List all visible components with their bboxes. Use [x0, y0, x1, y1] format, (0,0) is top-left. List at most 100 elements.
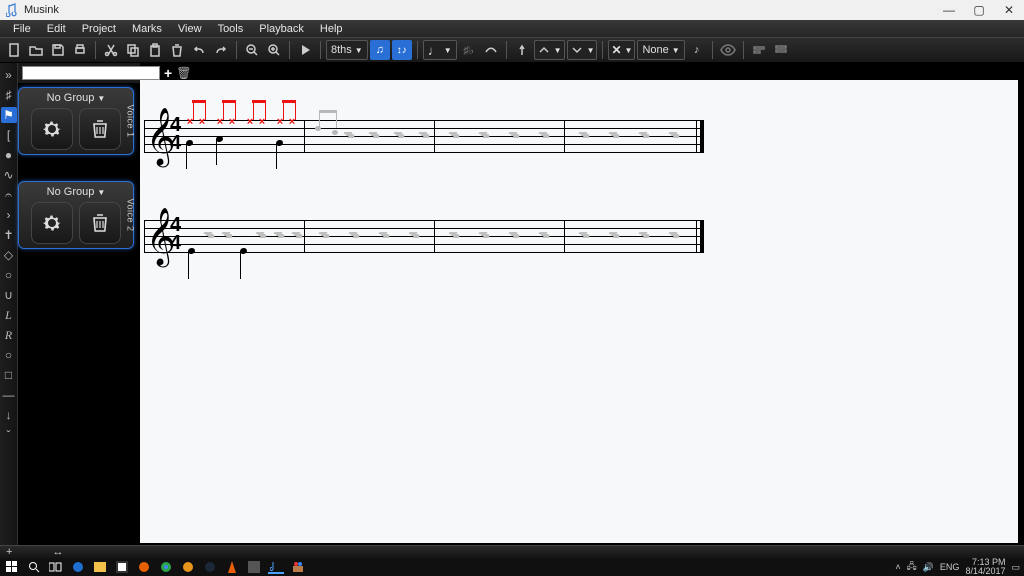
- taskbar-vlc-icon[interactable]: [224, 560, 240, 574]
- stem-down-dropdown[interactable]: ▼: [567, 40, 598, 60]
- score-canvas[interactable]: 𝄞 44 × × × × × × × ×: [140, 80, 1018, 543]
- strip-circle2-icon[interactable]: ○: [1, 347, 17, 363]
- strip-double-chevron[interactable]: »: [1, 67, 17, 83]
- visibility-button[interactable]: [718, 40, 738, 60]
- taskbar-taskview-icon[interactable]: [48, 560, 64, 574]
- voice2-group-dropdown[interactable]: No Group ▼: [23, 186, 129, 198]
- voice-name-input[interactable]: [22, 66, 160, 80]
- width-handle-icon[interactable]: ↔: [52, 546, 63, 558]
- grace-note-button[interactable]: ♪: [687, 40, 707, 60]
- voice2-settings-button[interactable]: [31, 202, 73, 244]
- tray-lang[interactable]: ENG: [940, 562, 960, 572]
- strip-tilde-icon[interactable]: ∿: [1, 167, 17, 183]
- tray-chevron-icon[interactable]: ˄: [895, 562, 900, 572]
- strip-dash-icon[interactable]: ―: [1, 387, 17, 403]
- misc-tool-1[interactable]: [749, 40, 769, 60]
- menu-tools[interactable]: Tools: [211, 22, 251, 36]
- add-voice-row: + 🗑: [18, 63, 140, 83]
- minimize-button[interactable]: —: [934, 3, 964, 17]
- save-button[interactable]: [48, 40, 68, 60]
- voice2-delete-button[interactable]: [79, 202, 121, 244]
- redo-button[interactable]: [211, 40, 231, 60]
- menu-help[interactable]: Help: [313, 22, 350, 36]
- strip-accent-icon[interactable]: ›: [1, 207, 17, 223]
- taskbar-search-icon[interactable]: [26, 560, 42, 574]
- strip-square-icon[interactable]: □: [1, 367, 17, 383]
- menu-view[interactable]: View: [171, 22, 209, 36]
- menubar: File Edit Project Marks View Tools Playb…: [0, 20, 1024, 37]
- copy-button[interactable]: [123, 40, 143, 60]
- strip-l-icon[interactable]: L: [1, 307, 17, 323]
- play-button[interactable]: [295, 40, 315, 60]
- strip-caret-icon[interactable]: ˇ: [1, 427, 17, 443]
- undo-button[interactable]: [189, 40, 209, 60]
- taskbar-store-icon[interactable]: [114, 560, 130, 574]
- system-tray[interactable]: ˄ 🖧 🔊 ENG 7:13 PM 8/14/2017 ▭: [895, 558, 1020, 576]
- taskbar-musink-icon[interactable]: [268, 560, 284, 574]
- taskbar-paint-icon[interactable]: [290, 560, 306, 574]
- taskbar-steam-icon[interactable]: [202, 560, 218, 574]
- menu-project[interactable]: Project: [75, 22, 123, 36]
- remove-voice-button[interactable]: 🗑: [176, 66, 191, 80]
- staff-voice-2[interactable]: 𝄞 44: [144, 208, 704, 264]
- print-button[interactable]: [70, 40, 90, 60]
- menu-edit[interactable]: Edit: [40, 22, 73, 36]
- close-button[interactable]: ✕: [994, 3, 1024, 17]
- misc-tool-2[interactable]: [771, 40, 791, 60]
- tray-notifications-icon[interactable]: ▭: [1011, 562, 1020, 573]
- add-row-button[interactable]: +: [6, 546, 12, 558]
- taskbar-edge-icon[interactable]: [70, 560, 86, 574]
- new-doc-button[interactable]: [4, 40, 24, 60]
- strip-open-circle-icon[interactable]: ○: [1, 267, 17, 283]
- strip-diamond-icon[interactable]: ◇: [1, 247, 17, 263]
- menu-file[interactable]: File: [6, 22, 38, 36]
- add-voice-button[interactable]: +: [164, 65, 172, 81]
- strip-fermata-icon[interactable]: 𝄐: [1, 187, 17, 203]
- tray-clock[interactable]: 7:13 PM 8/14/2017: [965, 558, 1005, 576]
- taskbar-firefox-icon[interactable]: [136, 560, 152, 574]
- taskbar-chrome-icon[interactable]: [158, 560, 174, 574]
- strip-dot-icon[interactable]: ●: [1, 147, 17, 163]
- stem-up-button[interactable]: [512, 40, 532, 60]
- taskbar-explorer-icon[interactable]: [92, 560, 108, 574]
- voice1-group-dropdown[interactable]: No Group ▼: [23, 92, 129, 104]
- window-title: Musink: [24, 4, 59, 16]
- articulation-dropdown[interactable]: None▼: [637, 40, 684, 60]
- maximize-button[interactable]: ▢: [964, 3, 994, 17]
- strip-sharp-icon[interactable]: ♯: [1, 87, 17, 103]
- notehead-dropdown[interactable]: ✕▼: [608, 40, 635, 60]
- cut-button[interactable]: [101, 40, 121, 60]
- beaming-dropdown[interactable]: 8ths▼: [326, 40, 368, 60]
- time-signature: 44: [170, 216, 181, 252]
- strip-bracket-icon[interactable]: [: [1, 127, 17, 143]
- start-button[interactable]: [4, 560, 20, 574]
- menu-marks[interactable]: Marks: [125, 22, 169, 36]
- zoom-out-button[interactable]: [242, 40, 262, 60]
- bottom-bar: + ↔: [0, 545, 1024, 558]
- beam-split-button[interactable]: ↕♪: [392, 40, 412, 60]
- voice-card-1: No Group ▼ Voice 1: [18, 87, 134, 155]
- delete-button[interactable]: [167, 40, 187, 60]
- beam-notes-button[interactable]: ♫: [370, 40, 390, 60]
- strip-flag-icon[interactable]: ⚑: [1, 107, 17, 123]
- stem-dir-dropdown[interactable]: ▼: [534, 40, 565, 60]
- tray-network-icon[interactable]: 🖧: [907, 559, 917, 575]
- accidental-button[interactable]: ♯♭: [459, 40, 479, 60]
- voice1-delete-button[interactable]: [79, 108, 121, 150]
- strip-cross-icon[interactable]: ✝: [1, 227, 17, 243]
- strip-arrow-down-icon[interactable]: ↓: [1, 407, 17, 423]
- tray-volume-icon[interactable]: 🔊: [923, 562, 934, 573]
- beaming-label: 8ths: [331, 44, 352, 56]
- zoom-in-button[interactable]: [264, 40, 284, 60]
- staff-voice-1[interactable]: 𝄞 44 × × × × × × × ×: [144, 108, 704, 164]
- menu-playback[interactable]: Playback: [252, 22, 311, 36]
- slur-button[interactable]: [481, 40, 501, 60]
- open-button[interactable]: [26, 40, 46, 60]
- note-value-dropdown[interactable]: ♩▼: [423, 40, 457, 60]
- taskbar-app-gray-icon[interactable]: [246, 560, 262, 574]
- strip-u-icon[interactable]: ∪: [1, 287, 17, 303]
- taskbar-app-orange-icon[interactable]: [180, 560, 196, 574]
- voice1-settings-button[interactable]: [31, 108, 73, 150]
- strip-r-icon[interactable]: R: [1, 327, 17, 343]
- paste-button[interactable]: [145, 40, 165, 60]
